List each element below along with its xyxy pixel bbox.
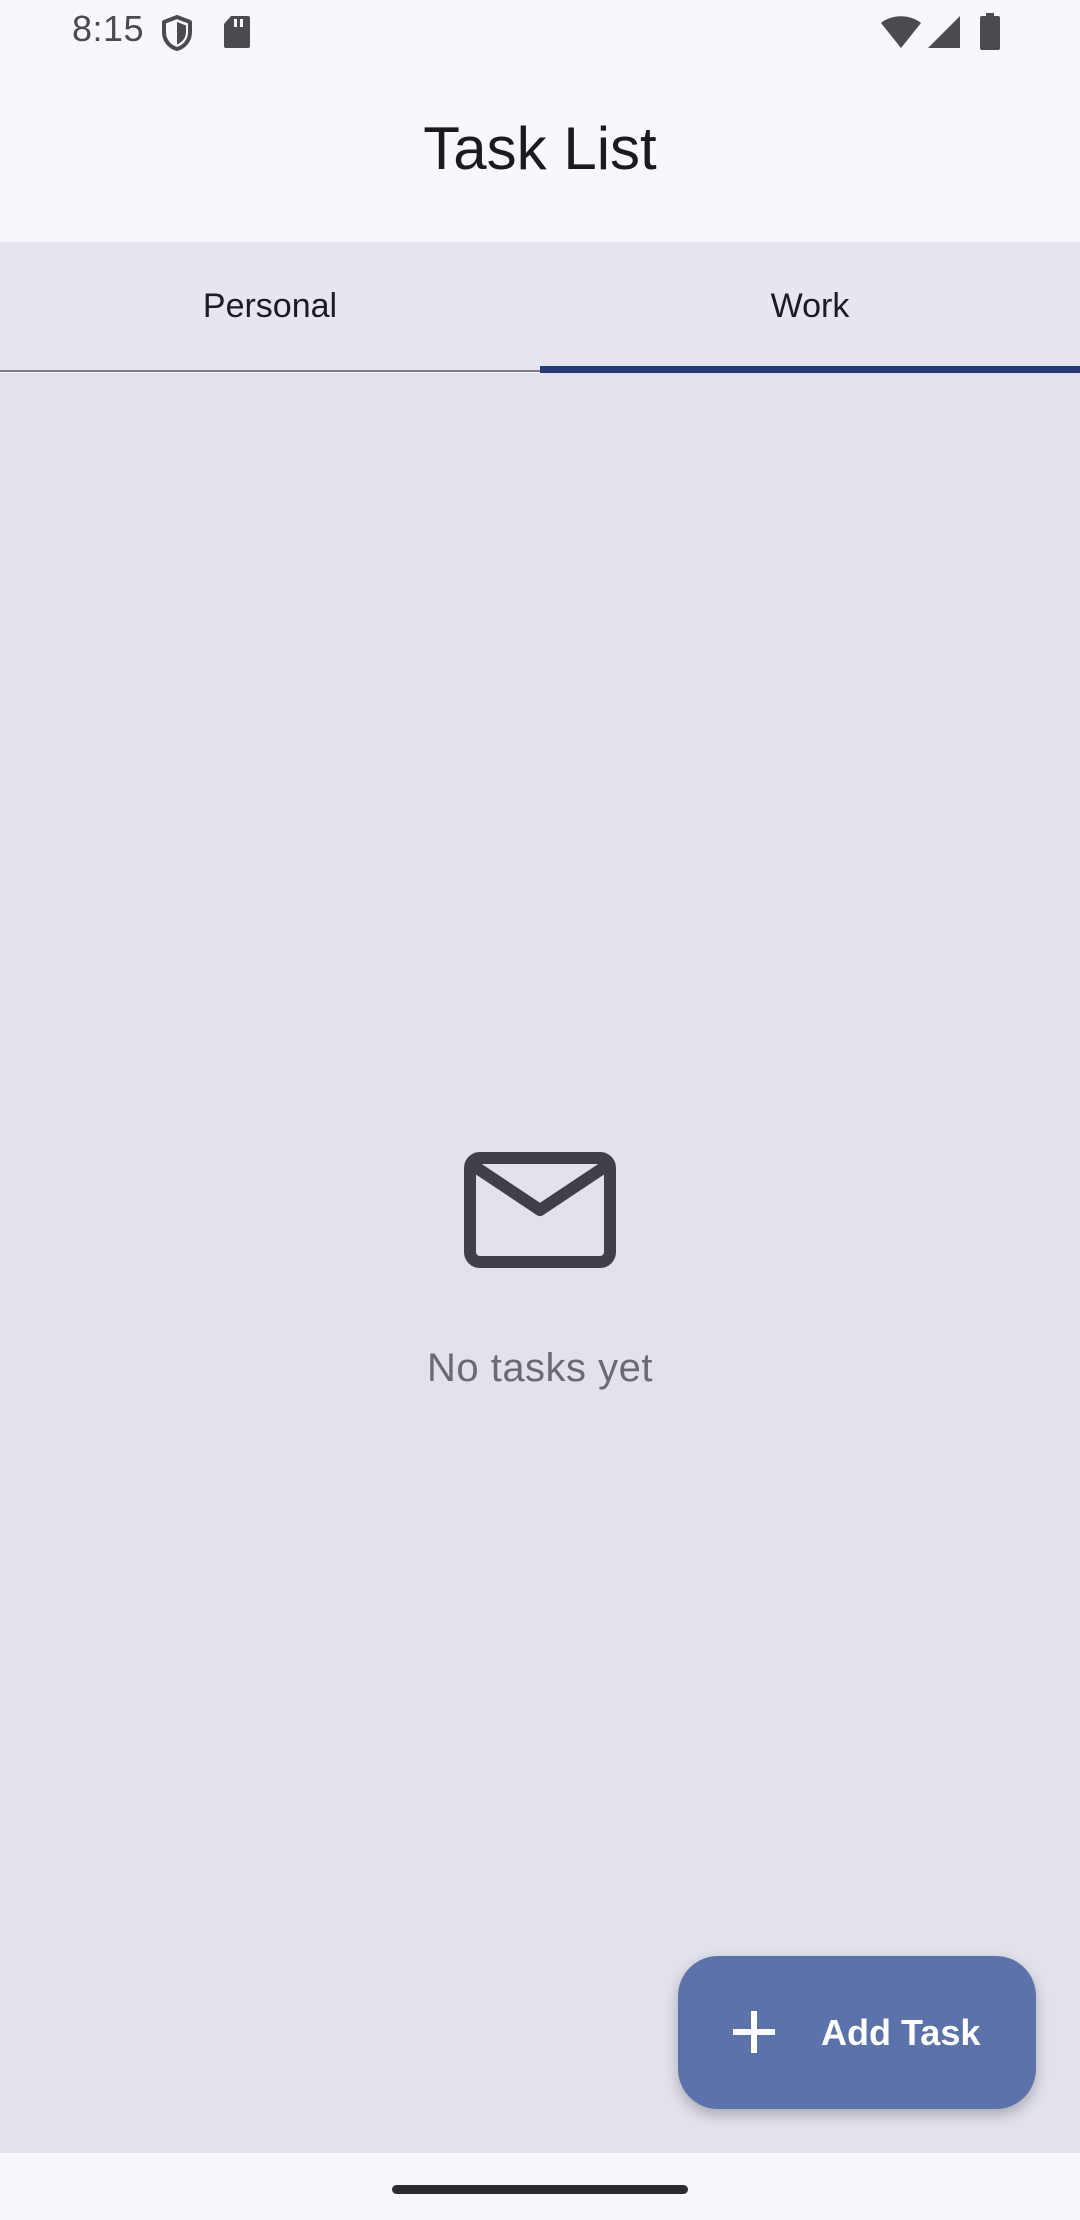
wifi-icon xyxy=(881,16,921,48)
mail-icon xyxy=(464,1152,616,1268)
shield-icon xyxy=(162,15,192,51)
add-task-label: Add Task xyxy=(821,2012,981,2053)
tab-work[interactable]: Work xyxy=(540,242,1080,372)
app-bar: Task List xyxy=(0,64,1080,242)
status-time: 8:15 xyxy=(72,8,145,49)
tab-bar: Personal Work xyxy=(0,242,1080,372)
tab-selected-indicator xyxy=(540,366,1080,373)
page-title: Task List xyxy=(423,115,657,182)
sd-card-icon xyxy=(224,16,250,48)
battery-icon xyxy=(980,13,1000,50)
add-task-button[interactable]: Add Task xyxy=(678,1956,1036,2109)
tab-personal[interactable]: Personal xyxy=(0,242,540,372)
task-list-content: No tasks yet xyxy=(0,373,1080,2153)
navigation-bar xyxy=(0,2153,1080,2220)
cellular-signal-icon xyxy=(928,16,960,48)
gesture-handle[interactable] xyxy=(392,2185,688,2194)
status-bar: 8:15 xyxy=(0,0,1080,64)
plus-icon xyxy=(733,2011,775,2053)
empty-state-message: No tasks yet xyxy=(426,1346,654,1390)
